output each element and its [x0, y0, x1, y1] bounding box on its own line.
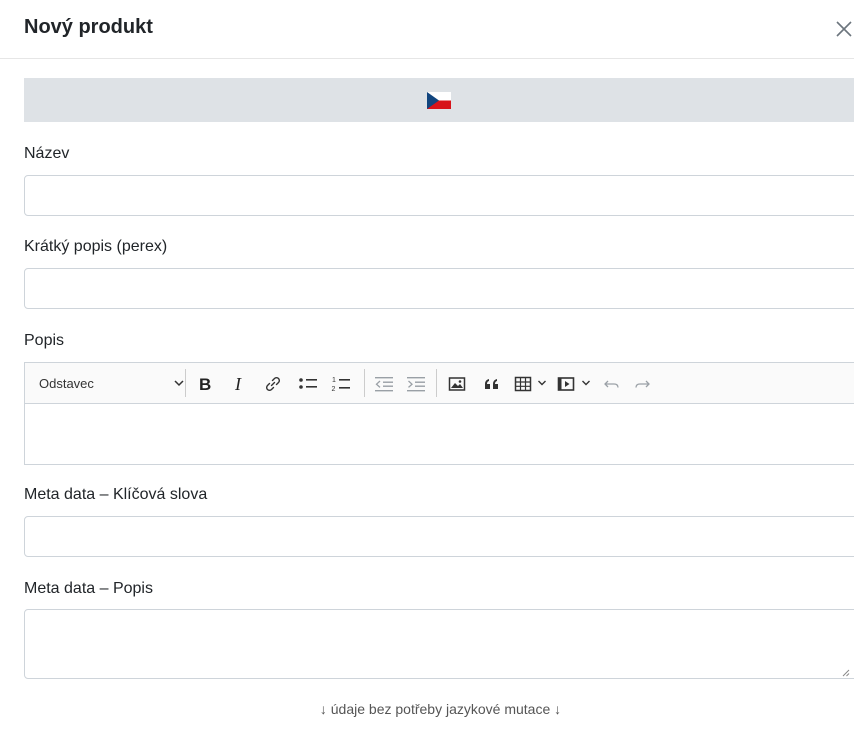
numbered-list-icon: 1 2 [332, 377, 350, 393]
link-button[interactable] [261, 373, 285, 395]
description-label: Popis [24, 332, 65, 349]
toolbar-separator [185, 369, 186, 397]
perex-input[interactable] [24, 268, 854, 309]
bold-button[interactable]: B [193, 373, 217, 395]
outdent-icon [375, 377, 393, 392]
media-embed-icon [557, 377, 575, 391]
outdent-button[interactable] [372, 373, 396, 395]
non-localized-section-note: ↓ údaje bez potřeby jazykové mutace ↓ [319, 701, 562, 717]
modal-header: Nový produkt [0, 0, 854, 59]
undo-button[interactable] [600, 373, 624, 395]
meta-description-textarea[interactable] [24, 609, 854, 679]
bulleted-list-button[interactable] [296, 373, 320, 395]
czech-flag-icon[interactable] [427, 91, 451, 109]
link-icon [265, 376, 281, 392]
svg-text:2: 2 [332, 386, 336, 393]
numbered-list-button[interactable]: 1 2 [329, 373, 353, 395]
redo-button[interactable] [630, 373, 654, 395]
svg-text:I: I [234, 376, 242, 392]
meta-keywords-label: Meta data – Klíčová slova [24, 486, 208, 503]
chevron-down-icon[interactable] [581, 379, 591, 387]
indent-icon [407, 377, 425, 392]
bold-icon: B [199, 376, 211, 392]
bulleted-list-icon [299, 378, 317, 389]
indent-button[interactable] [404, 373, 428, 395]
insert-table-button[interactable] [511, 373, 535, 395]
toolbar-separator [364, 369, 365, 397]
redo-icon [635, 380, 650, 388]
close-button[interactable] [834, 17, 854, 41]
table-icon [514, 376, 532, 392]
insert-image-button[interactable] [445, 373, 469, 395]
svg-text:B: B [199, 376, 211, 392]
name-input[interactable] [24, 175, 854, 216]
heading-dropdown-value: Odstavec [39, 376, 94, 391]
rich-text-editor: Odstavec B I 1 2 [24, 362, 854, 465]
editor-toolbar: Odstavec B I 1 2 [25, 363, 854, 404]
chevron-down-icon [174, 380, 184, 387]
perex-label: Krátký popis (perex) [24, 238, 168, 255]
media-embed-button[interactable] [554, 373, 578, 395]
editor-content-area[interactable] [25, 404, 854, 464]
toolbar-separator [436, 369, 437, 397]
name-label: Název [24, 145, 70, 162]
meta-description-label: Meta data – Popis [24, 580, 153, 597]
resize-handle-icon[interactable] [842, 669, 850, 677]
block-quote-button[interactable] [480, 373, 504, 395]
heading-dropdown[interactable]: Odstavec [39, 372, 189, 394]
italic-icon: I [234, 376, 242, 392]
block-quote-icon [485, 379, 498, 389]
image-icon [448, 377, 466, 391]
meta-keywords-input[interactable] [24, 516, 854, 557]
chevron-down-icon[interactable] [537, 379, 547, 387]
italic-button[interactable]: I [228, 373, 252, 395]
svg-text:1: 1 [332, 377, 336, 384]
language-switcher [24, 78, 854, 122]
modal-title: Nový produkt [24, 16, 153, 38]
close-icon [836, 21, 852, 37]
undo-icon [604, 380, 619, 388]
